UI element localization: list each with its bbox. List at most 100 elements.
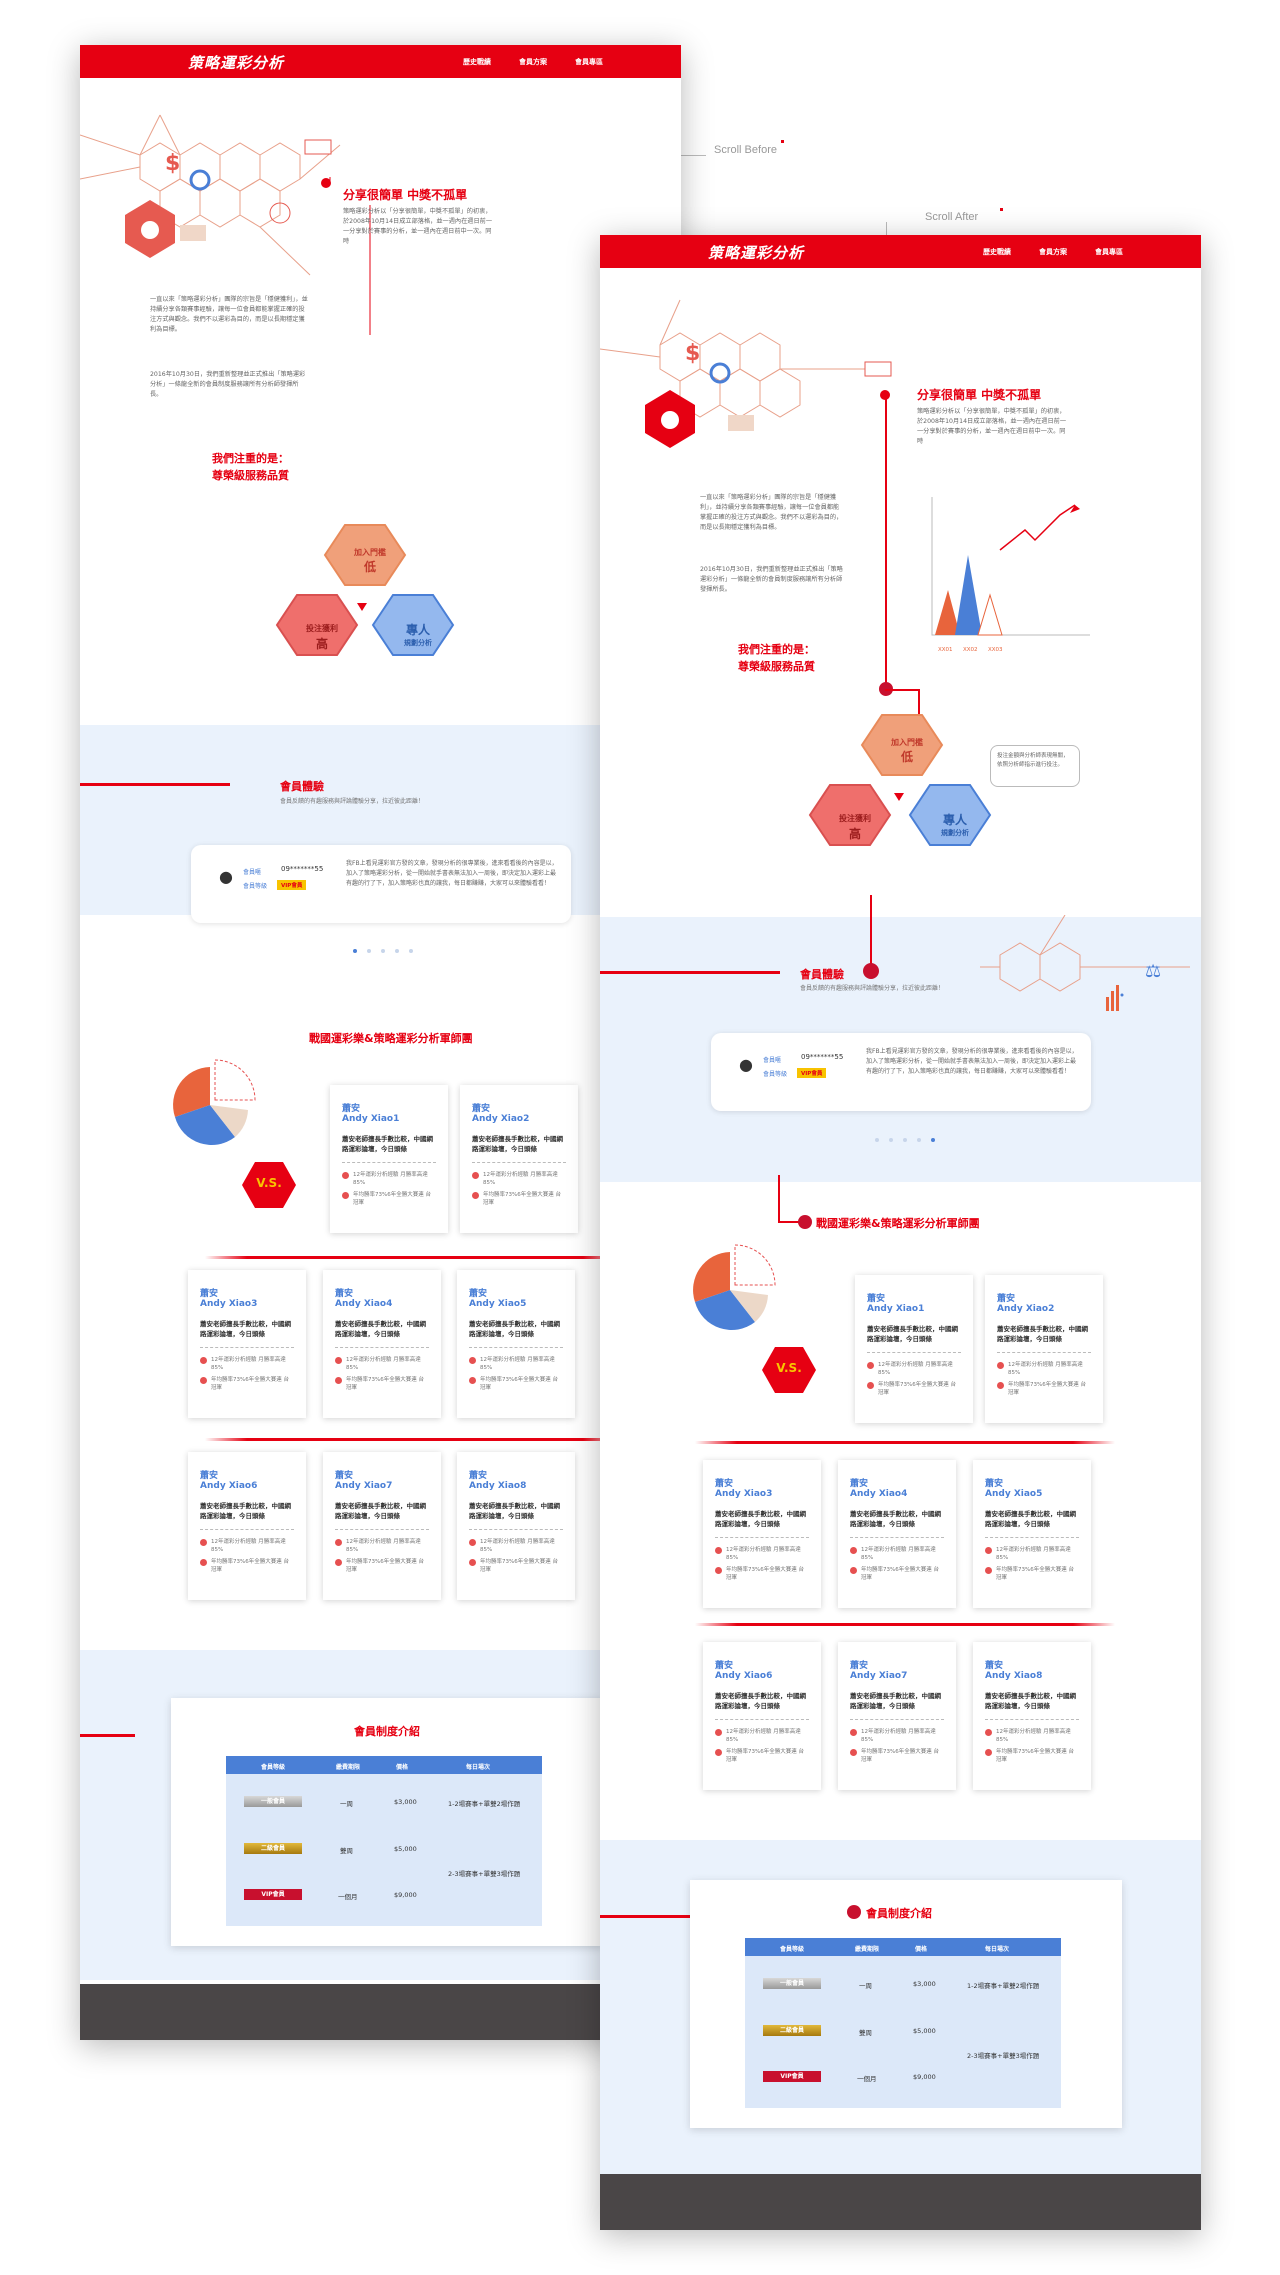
quality-line1: 我們注重的是： (212, 452, 289, 465)
analyst-desc: 蕭安老師擅長手數比較，中國網路運彩論壇，今日頭條 (715, 1509, 809, 1538)
growth-chart (931, 497, 1090, 636)
analyst-card-after[interactable]: 蕭安 Andy Xiao7 蕭安老師擅長手數比較，中國網路運彩論壇，今日頭條 12年運… (838, 1642, 956, 1790)
membership-table: 會員等級 繳費期限 價格 每日場次 一般會員 一周 $3,000 1-2場賽事+… (226, 1756, 542, 1926)
top-nav: 策略運彩分析 歷史戰績 會員方案 會員專區 (80, 45, 681, 78)
nav-history-after[interactable]: 歷史戰績 (983, 247, 1011, 257)
nav-plans[interactable]: 會員方案 (519, 57, 547, 67)
analyst-bullet: 12年運彩分析經驗 月勝率高達85% (342, 1171, 436, 1187)
page-scroll-before: 策略運彩分析 歷史戰績 會員方案 會員專區 $ 分享很簡單 中獎不孤單 策略運彩… (80, 45, 681, 2040)
hex-join-value: 低 (363, 560, 376, 574)
tier-badge-2: 二級會員 (244, 1843, 302, 1854)
site-logo[interactable]: 策略運彩分析 (188, 52, 284, 73)
analyst-card[interactable]: 蕭安 Andy Xiao7 蕭安老師擅長手數比較，中國網路運彩論壇，今日頭條 12年運… (323, 1452, 441, 1600)
membership-redline-after (600, 1915, 690, 1918)
divider-1-after (695, 1441, 1115, 1444)
analyst-name-en: Andy Xiao4 (850, 1489, 908, 1499)
analyst-bullet: 年均勝率73%6年全勝大賽連 台冠軍 (997, 1381, 1091, 1397)
site-logo-after[interactable]: 策略運彩分析 (708, 242, 804, 263)
analyst-bullet: 年均勝率73%6年全勝大賽連 台冠軍 (985, 1748, 1079, 1764)
membership-table-after: 會員等級 繳費期限 價格 每日場次 一般會員 一周 $3,000 1-2場賽事+… (745, 1938, 1061, 2108)
analyst-desc: 蕭安老師擅長手數比較，中國網路運彩論壇，今日頭條 (715, 1691, 809, 1720)
analyst-card-after[interactable]: 蕭安 Andy Xiao5 蕭安老師擅長手數比較，中國網路運彩論壇，今日頭條 12年運… (973, 1460, 1091, 1608)
analyst-card-after[interactable]: 蕭安 Andy Xiao8 蕭安老師擅長手數比較，中國網路運彩論壇，今日頭條 12年運… (973, 1642, 1091, 1790)
analyst-bullet: 年均勝率73%6年全勝大賽連 台冠軍 (469, 1558, 563, 1574)
page-scroll-after: 策略運彩分析 歷史戰績 會員方案 會員專區 $ 分享很簡單 中獎不孤單 策略運彩… (600, 235, 1201, 2230)
review-text: 我FB上看見運彩官方發的文章，發現分析的很專業後，進來看看後的內容是以，加入了策… (346, 860, 558, 887)
nav-members[interactable]: 會員專區 (575, 57, 603, 67)
vs-label-after: V.S. (776, 1361, 802, 1375)
nav-plans-after[interactable]: 會員方案 (1039, 247, 1067, 257)
scroll-after-dot (1000, 208, 1003, 211)
nav-history[interactable]: 歷史戰績 (463, 57, 491, 67)
analyst-card[interactable]: 蕭安 Andy Xiao5 蕭安老師擅長手數比較，中國網路運彩論壇，今日頭條 12年運… (457, 1270, 575, 1418)
nav-members-after[interactable]: 會員專區 (1095, 247, 1123, 257)
analyst-card[interactable]: 蕭安 Andy Xiao1 蕭安老師擅長手數比較，中國網路運彩論壇，今日頭條 12年運… (330, 1085, 448, 1233)
tier-badge-1-after: 一般會員 (763, 1978, 821, 1989)
row3-price-after: $9,000 (913, 2073, 936, 2081)
analyst-card[interactable]: 蕭安 Andy Xiao6 蕭安老師擅長手數比較，中國網路運彩論壇，今日頭條 12年運… (188, 1452, 306, 1600)
analyst-name-cn: 蕭安 (715, 1661, 734, 1671)
analyst-name-cn: 蕭安 (200, 1471, 219, 1481)
analyst-name-en: Andy Xiao4 (335, 1299, 393, 1309)
analyst-name-en: Andy Xiao8 (985, 1671, 1043, 1681)
row2-period-after: 雙周 (859, 2029, 872, 2037)
timeline-dot-2 (863, 963, 879, 979)
quality-line2-after: 尊榮級服務品質 (738, 660, 815, 673)
col-tier-after: 會員等級 (780, 1946, 805, 1953)
hex-profit-value: 高 (315, 637, 328, 651)
analyst-bullet: 年均勝率73%6年全勝大賽連 台冠軍 (335, 1376, 429, 1392)
tier-badge-3-after: VIP會員 (763, 2071, 821, 2082)
analyst-bullet: 12年運彩分析經驗 月勝率高達85% (985, 1546, 1079, 1562)
analyst-bullet: 12年運彩分析經驗 月勝率高達85% (335, 1356, 429, 1372)
analyst-card-after[interactable]: 蕭安 Andy Xiao3 蕭安老師擅長手數比較，中國網路運彩論壇，今日頭條 12年運… (703, 1460, 821, 1608)
quality-line1-after: 我們注重的是： (738, 643, 815, 656)
analyst-card-after[interactable]: 蕭安 Andy Xiao2 蕭安老師擅長手數比較，中國網路運彩論壇，今日頭條 12年運… (985, 1275, 1103, 1423)
analyst-name-en: Andy Xiao5 (985, 1489, 1043, 1499)
analyst-bullet: 12年運彩分析經驗 月勝率高達85% (469, 1538, 563, 1554)
analyst-card-after[interactable]: 蕭安 Andy Xiao1 蕭安老師擅長手數比較，中國網路運彩論壇，今日頭條 12年運… (855, 1275, 973, 1423)
timeline-branch-3 (778, 1221, 800, 1223)
analyst-name-cn: 蕭安 (850, 1479, 869, 1489)
hex-expert-value: 規劃分析 (404, 639, 432, 647)
analyst-name-en: Andy Xiao8 (469, 1481, 527, 1491)
hero-hex-illustration-after: $ (600, 299, 892, 448)
analyst-desc: 蕭安老師擅長手數比較，中國網路運彩論壇，今日頭條 (342, 1134, 436, 1163)
analyst-desc: 蕭安老師擅長手數比較，中國網路運彩論壇，今日頭條 (850, 1691, 944, 1720)
hex-benefits (275, 524, 455, 656)
analyst-card[interactable]: 蕭安 Andy Xiao3 蕭安老師擅長手數比較，中國網路運彩論壇，今日頭條 12年運… (188, 1270, 306, 1418)
analyst-name-cn: 蕭安 (200, 1289, 219, 1299)
analyst-name-en: Andy Xiao1 (867, 1304, 925, 1314)
row2-games: 2-3場賽事+單雙3場作題 (448, 1870, 521, 1878)
analyst-bullet: 年均勝率73%6年全勝大賽連 台冠軍 (715, 1566, 809, 1582)
hero-intro-after: 策略運彩分析以「分享很簡單，中獎不孤單」的初衷，於2008年10月14日成立部落… (917, 408, 1067, 445)
divider-1 (205, 1256, 625, 1259)
col-period-after: 繳費期限 (855, 1946, 880, 1953)
analyst-card[interactable]: 蕭安 Andy Xiao8 蕭安老師擅長手數比較，中國網路運彩論壇，今日頭條 12年運… (457, 1452, 575, 1600)
analyst-desc: 蕭安老師擅長手數比較，中國網路運彩論壇，今日頭條 (997, 1324, 1091, 1353)
analyst-bullet: 12年運彩分析經驗 月勝率高達85% (200, 1538, 294, 1554)
experience-redline-after (600, 971, 780, 974)
analyst-name-en: Andy Xiao3 (715, 1489, 773, 1499)
analyst-card-after[interactable]: 蕭安 Andy Xiao4 蕭安老師擅長手數比較，中國網路運彩論壇，今日頭條 12年運… (838, 1460, 956, 1608)
analyst-bullet: 12年運彩分析經驗 月勝率高達85% (469, 1356, 563, 1372)
hex-join-value-after: 低 (900, 750, 913, 764)
analyst-name-cn: 蕭安 (335, 1289, 354, 1299)
carousel-dots[interactable] (353, 949, 413, 953)
timeline-line (885, 394, 887, 689)
analyst-card-after[interactable]: 蕭安 Andy Xiao6 蕭安老師擅長手數比較，中國網路運彩論壇，今日頭條 12年運… (703, 1642, 821, 1790)
analyst-pie-chart-after (693, 1244, 776, 1331)
membership-title-after: 會員制度介紹 (866, 1907, 932, 1920)
divider-2-after (695, 1623, 1115, 1626)
experience-title-after: 會員體驗 (800, 968, 844, 981)
experience-illustration: ⚖ (980, 915, 1190, 1011)
row1-period-after: 一周 (859, 1982, 872, 1990)
analyst-desc: 蕭安老師擅長手數比較，中國網路運彩論壇，今日頭條 (985, 1691, 1079, 1720)
analyst-card[interactable]: 蕭安 Andy Xiao2 蕭安老師擅長手數比較，中國網路運彩論壇，今日頭條 12年運… (460, 1085, 578, 1233)
carousel-dots-after[interactable] (875, 1138, 935, 1142)
row1-period: 一周 (340, 1800, 353, 1808)
divider-2 (205, 1438, 625, 1441)
experience-subtitle-after: 會員反饋的有趣服務與評論體驗分享，拉近彼此距離！ (800, 985, 945, 992)
analyst-name-cn: 蕭安 (335, 1471, 354, 1481)
row1-games-after: 1-2場賽事+單雙2場作題 (967, 1982, 1040, 1990)
analyst-card[interactable]: 蕭安 Andy Xiao4 蕭安老師擅長手數比較，中國網路運彩論壇，今日頭條 12年運… (323, 1270, 441, 1418)
